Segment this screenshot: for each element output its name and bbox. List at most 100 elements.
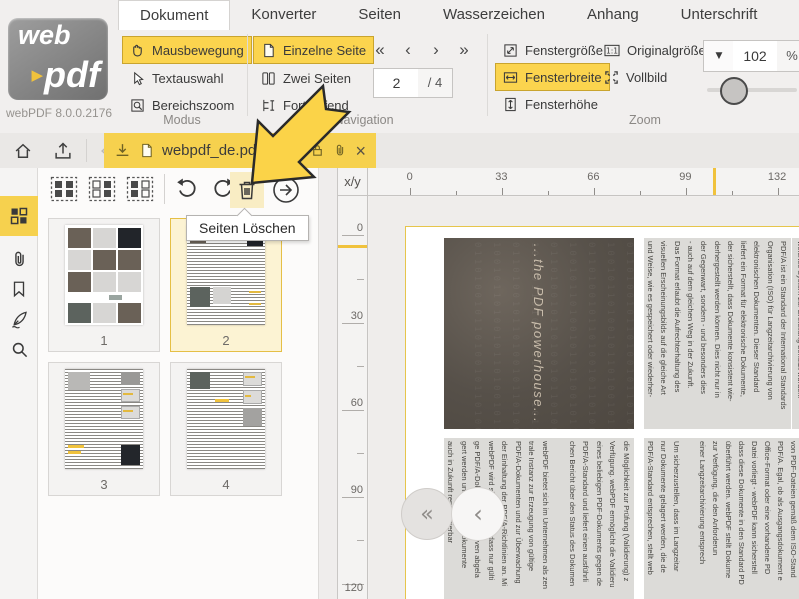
first-page-button[interactable]: « xyxy=(368,38,392,62)
zoom-value-input[interactable] xyxy=(733,40,778,72)
group-separator xyxy=(487,34,488,116)
sidebar-item-thumbnails[interactable] xyxy=(0,196,38,236)
trash-icon xyxy=(235,178,259,202)
undo-button[interactable] xyxy=(172,174,202,204)
svg-text:1:1: 1:1 xyxy=(606,46,618,55)
tooltip-delete-pages: Seiten Löschen xyxy=(186,215,309,241)
vertical-ruler: 0 30 60 90 120 xyxy=(338,196,368,599)
open-upload-button[interactable] xyxy=(44,133,82,168)
sidebar-item-bookmarks[interactable] xyxy=(0,272,38,306)
mouse-move-button[interactable]: Mausbewegung xyxy=(122,36,252,64)
tab-wasserzeichen[interactable]: Wasserzeichen xyxy=(422,0,566,30)
fit-width-label: Fensterbreite xyxy=(525,70,602,85)
fullscreen-button[interactable]: Vollbild xyxy=(596,63,675,91)
select-even-pages-button[interactable] xyxy=(88,176,116,202)
home-icon xyxy=(13,141,33,161)
two-pages-button[interactable]: Zwei Seiten xyxy=(253,64,359,92)
select-odd-icon xyxy=(126,176,154,202)
ruler-label: 30 xyxy=(351,310,363,322)
tab-dokument[interactable]: Dokument xyxy=(118,0,230,30)
select-all-pages-button[interactable] xyxy=(50,176,78,202)
ruler-label: 132 xyxy=(768,171,786,183)
next-page-button[interactable]: › xyxy=(424,38,448,62)
panel-splitter[interactable]: ◀ xyxy=(318,168,338,599)
fit-height-icon xyxy=(503,97,518,112)
original-size-button[interactable]: 1:1 Originalgröße xyxy=(596,36,714,64)
document-tab[interactable]: webpdf_de.pdf × xyxy=(104,133,376,168)
ruler-tick-minor xyxy=(640,191,641,195)
single-page-icon xyxy=(261,43,276,58)
two-pages-label: Zwei Seiten xyxy=(283,71,351,86)
ruler-tick-minor xyxy=(548,191,549,195)
fit-window-label: Fenstergröße xyxy=(525,43,603,58)
ruler-tick xyxy=(342,497,364,498)
ruler-tick xyxy=(410,188,411,195)
tab-unterschrift[interactable]: Unterschrift xyxy=(660,0,779,30)
ruler-corner: x/y xyxy=(338,168,368,196)
logo-pdf-text: pdf xyxy=(44,54,100,96)
fullscreen-label: Vollbild xyxy=(626,70,667,85)
toolbar-separator xyxy=(164,174,165,204)
page-thumbnail-3[interactable]: 3 xyxy=(48,362,160,496)
move-pages-button[interactable] xyxy=(272,176,300,204)
continuous-label: Fortlaufend xyxy=(283,98,349,113)
page-thumbnail-1[interactable]: 1 xyxy=(48,218,160,352)
delete-pages-button[interactable] xyxy=(230,172,264,208)
select-odd-pages-button[interactable] xyxy=(126,176,154,202)
page-number-label: 2 xyxy=(171,333,281,348)
one-to-one-icon: 1:1 xyxy=(604,43,620,58)
group-label-navigation: Navigation xyxy=(253,113,475,127)
undo-icon xyxy=(175,177,199,201)
page-number-label: 4 xyxy=(171,477,281,492)
last-page-button[interactable]: » xyxy=(452,38,476,62)
ruler-label: 0 xyxy=(407,171,413,183)
page-thumbnail-4[interactable]: 4 xyxy=(170,362,282,496)
prev-page-button[interactable]: ‹ xyxy=(396,38,420,62)
pdf-text: welches System zur Erstellung benutzt wu… xyxy=(792,238,799,429)
home-button[interactable] xyxy=(4,133,42,168)
page-back-button[interactable]: ‹ xyxy=(451,487,505,541)
thumbnail-preview xyxy=(65,369,143,469)
group-label-zoom: Zoom xyxy=(495,113,795,127)
fullscreen-icon xyxy=(604,70,619,85)
ruler-tick-minor xyxy=(357,453,364,454)
page-number-label: 1 xyxy=(49,333,159,348)
webpdf-logo: web ▶ pdf xyxy=(8,18,108,100)
ribbon-tab-strip: Dokument Konverter Seiten Wasserzeichen … xyxy=(118,0,799,30)
ruler-tick xyxy=(502,188,503,195)
fit-width-button[interactable]: Fensterbreite xyxy=(495,63,610,91)
tab-konverter[interactable]: Konverter xyxy=(230,0,337,30)
zoom-dropdown-button[interactable]: ▼ xyxy=(703,40,735,72)
zoom-slider-handle[interactable] xyxy=(720,77,748,105)
tab-seiten[interactable]: Seiten xyxy=(337,0,422,30)
ruler-tick-minor xyxy=(357,540,364,541)
pdf-text-block-edge: welches System zur Erstellung benutzt wu… xyxy=(792,238,799,429)
fit-window-button[interactable]: Fenstergröße xyxy=(495,36,611,64)
sidebar-item-search[interactable] xyxy=(0,332,38,366)
logo-triangle-icon: ▶ xyxy=(31,66,43,84)
select-all-icon xyxy=(50,176,78,202)
close-document-icon[interactable]: × xyxy=(355,143,366,159)
single-page-label: Einzelne Seite xyxy=(283,43,366,58)
page-back-fast-button[interactable]: « xyxy=(401,488,453,540)
hand-icon xyxy=(130,43,145,58)
tab-export[interactable]: Export xyxy=(778,0,799,30)
ruler-label: 90 xyxy=(351,484,363,496)
thumbnail-preview xyxy=(187,369,265,469)
page-number-input[interactable] xyxy=(373,68,420,98)
paperclip-icon[interactable] xyxy=(333,143,347,158)
ruler-label: 33 xyxy=(495,171,507,183)
document-viewport[interactable]: 011010010110100101101001011 100101101001… xyxy=(369,197,799,599)
horizontal-ruler: 0 33 66 99 132 xyxy=(368,168,799,196)
ruler-tick xyxy=(342,323,364,324)
sidebar-item-attachments[interactable] xyxy=(0,242,38,276)
ruler-tick xyxy=(778,188,779,195)
sidebar-item-signature[interactable] xyxy=(0,302,38,336)
ruler-tick-minor xyxy=(456,191,457,195)
download-icon xyxy=(114,142,131,159)
single-page-button[interactable]: Einzelne Seite xyxy=(253,36,374,64)
tab-anhang[interactable]: Anhang xyxy=(566,0,660,30)
ruler-tick-minor xyxy=(732,191,733,195)
fit-width-icon xyxy=(503,70,518,85)
text-select-button[interactable]: Textauswahl xyxy=(122,64,232,92)
